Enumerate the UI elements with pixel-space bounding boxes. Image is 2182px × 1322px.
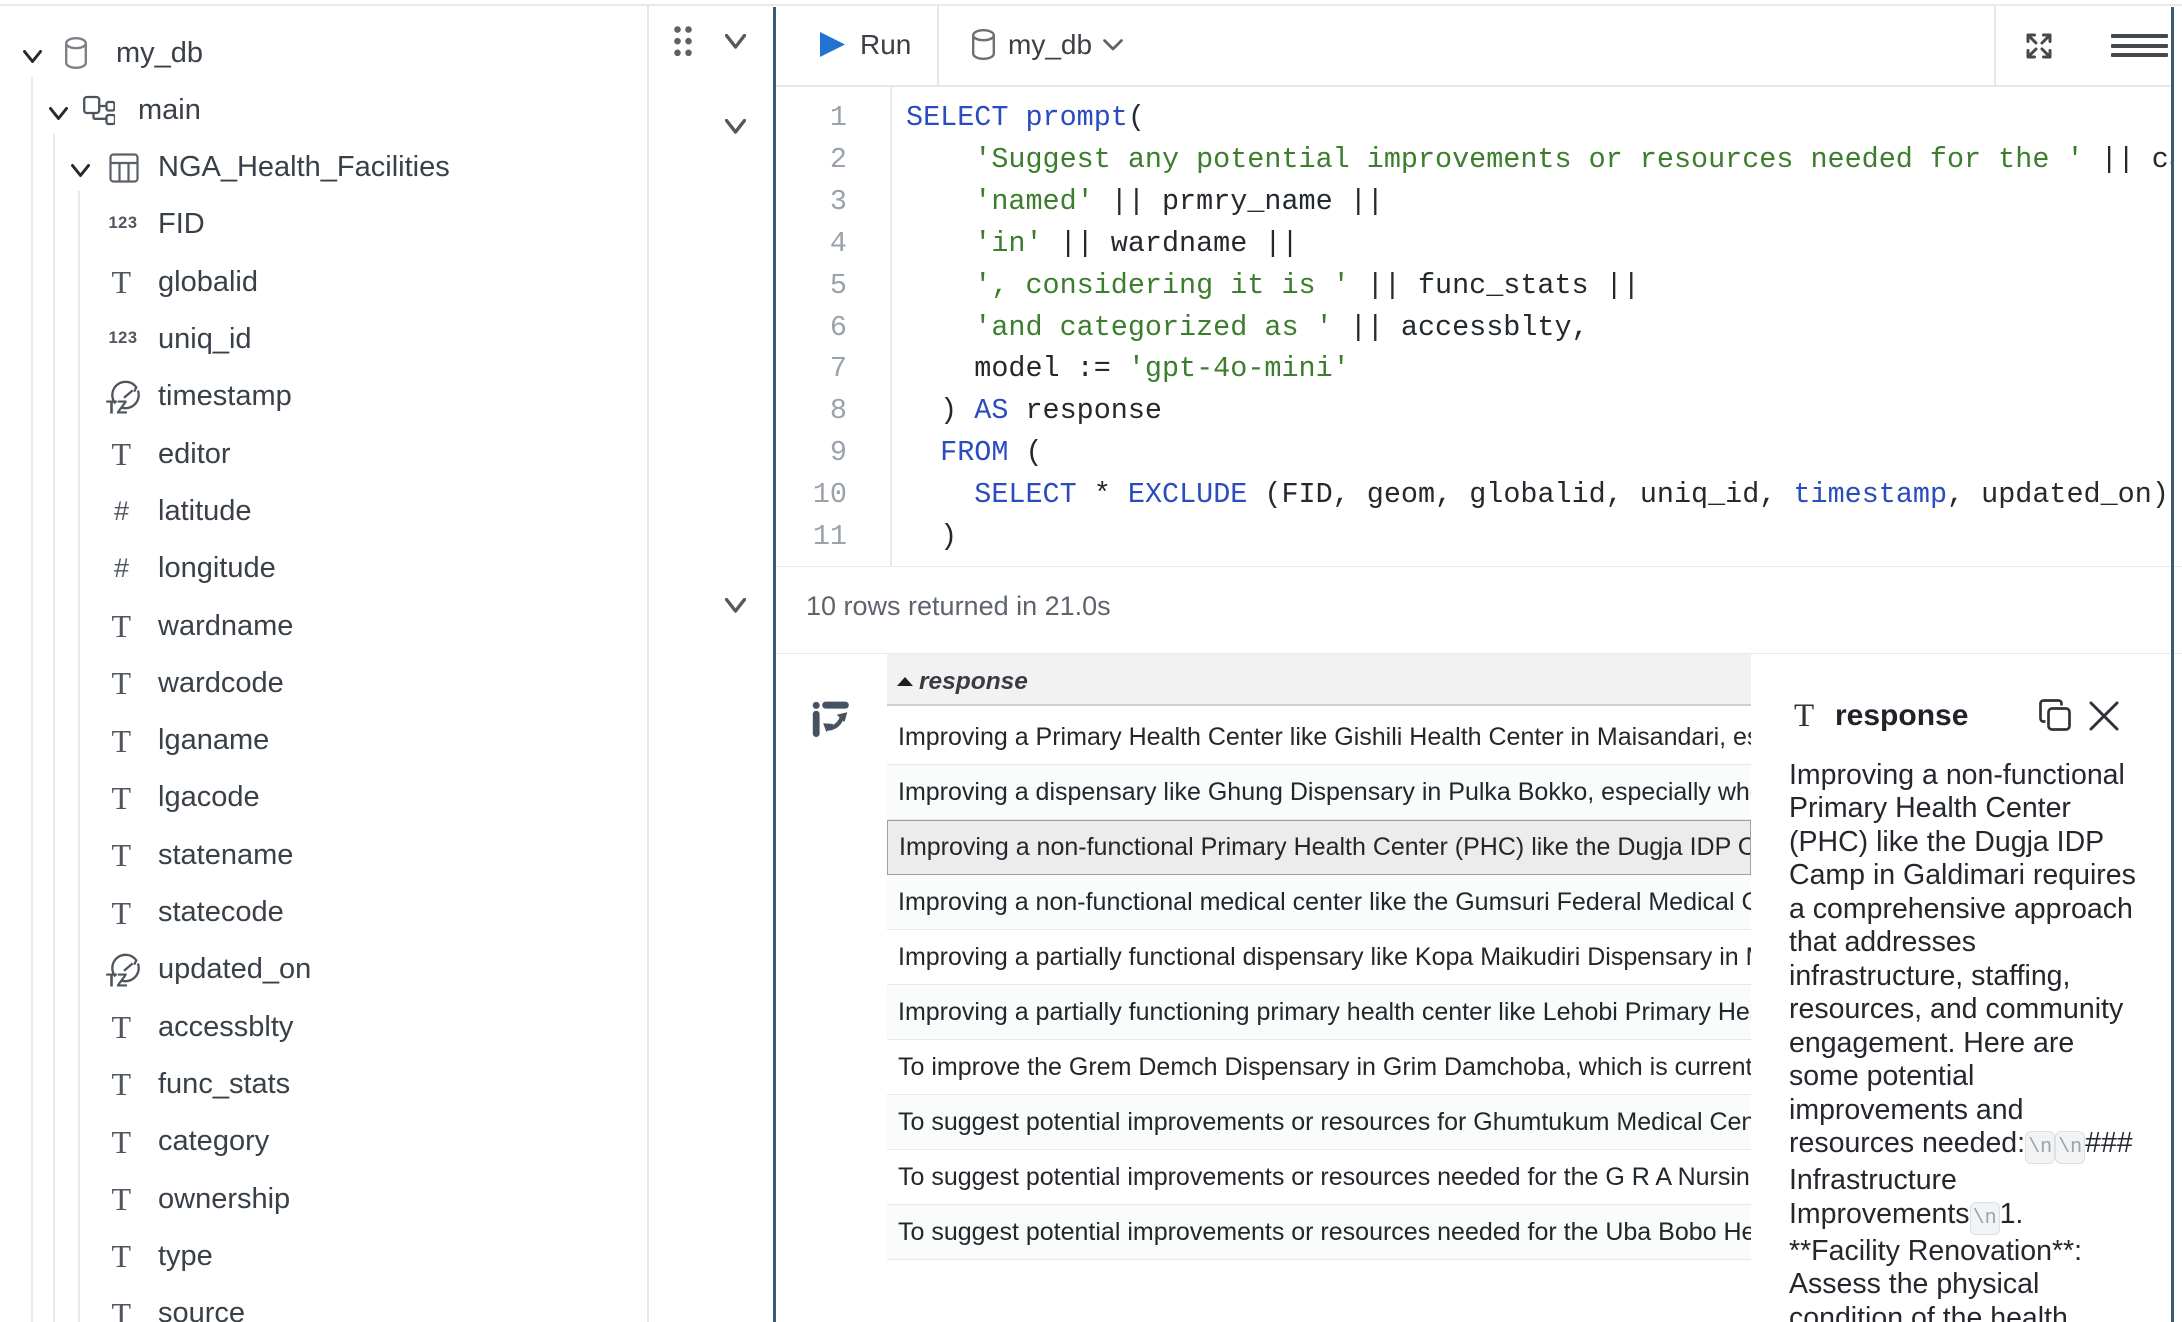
svg-text:TZ: TZ bbox=[106, 970, 127, 990]
svg-text:TZ: TZ bbox=[106, 397, 127, 417]
